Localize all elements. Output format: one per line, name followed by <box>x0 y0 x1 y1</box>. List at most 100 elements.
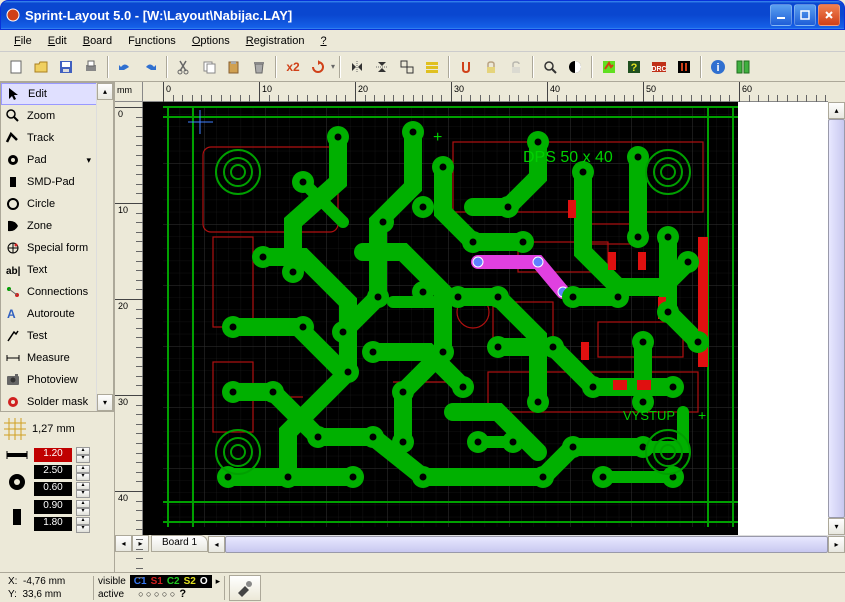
scroll-up-button[interactable]: ▴ <box>97 83 113 100</box>
text-icon: ab| <box>5 262 21 278</box>
grid-icon <box>4 418 26 440</box>
tool-list: EditZoomTrackPad▾SMD-PadCircleZoneSpecia… <box>0 82 114 412</box>
scroll-down-button[interactable]: ▾ <box>828 518 845 535</box>
panel-button[interactable] <box>731 55 755 79</box>
pad-outer-spinner[interactable]: ▴▾ <box>76 465 90 481</box>
horizontal-scrollbar[interactable]: ◂ ▸ <box>208 535 845 552</box>
snap-button[interactable] <box>454 55 478 79</box>
track-width-value[interactable]: 1.20 <box>34 448 72 462</box>
smd-size-row: 0.90 ▴▾ 1.80 ▴▾ <box>0 499 114 534</box>
cut-button[interactable] <box>172 55 196 79</box>
mirror-h-button[interactable] <box>345 55 369 79</box>
mirror-v-button[interactable] <box>370 55 394 79</box>
pad-outer-value[interactable]: 2.50 <box>34 465 72 479</box>
separator <box>532 56 534 78</box>
soldermask-icon <box>5 394 21 410</box>
ruler-horizontal[interactable]: 0102030405060 <box>143 82 828 102</box>
new-file-button[interactable] <box>4 55 28 79</box>
test-icon <box>5 328 21 344</box>
scroll-left-button[interactable]: ◂ <box>208 536 225 553</box>
coordinate-display: X: -4,76 mm Y: 33,6 mm <box>4 575 89 601</box>
scroll-down-button[interactable]: ▾ <box>97 394 113 411</box>
help-button[interactable]: ? <box>622 55 646 79</box>
pad-inner-value[interactable]: 0.60 <box>34 482 72 496</box>
photoview-icon <box>5 372 21 388</box>
track-width-icon <box>4 448 30 462</box>
status-tool-icon[interactable] <box>229 575 261 601</box>
group-button[interactable] <box>395 55 419 79</box>
visible-label: visible <box>98 576 126 587</box>
smd-h-spinner[interactable]: ▴▾ <box>76 517 90 533</box>
conn-icon <box>5 284 21 300</box>
sidebar-scrollbar[interactable]: ▴ ▾ <box>96 83 113 411</box>
redo-button[interactable] <box>138 55 162 79</box>
h-scroll-thumb[interactable] <box>225 536 828 553</box>
print-button[interactable] <box>79 55 103 79</box>
vertical-scrollbar[interactable]: ▴ ▾ <box>828 102 845 535</box>
save-button[interactable] <box>54 55 78 79</box>
smd-w-spinner[interactable]: ▴▾ <box>76 500 90 516</box>
smd-w-value[interactable]: 0.90 <box>34 500 72 514</box>
copy-button[interactable] <box>197 55 221 79</box>
maximize-button[interactable] <box>794 4 816 26</box>
close-button[interactable] <box>818 4 840 26</box>
smd-h-value[interactable]: 1.80 <box>34 517 72 531</box>
pad-inner-spinner[interactable]: ▴▾ <box>76 482 90 498</box>
smd-size-icon <box>4 503 30 531</box>
svg-text:DRC: DRC <box>651 66 666 73</box>
lock-button[interactable] <box>479 55 503 79</box>
main-toolbar: x2 ▾ ? DRC i <box>0 52 845 82</box>
duplicate-button[interactable]: x2 <box>281 55 305 79</box>
board-text-1: DPS 50 x 40 <box>523 149 613 166</box>
pcb-canvas[interactable]: DPS 50 x 40 VYSTUP + + <box>143 102 828 535</box>
open-file-button[interactable] <box>29 55 53 79</box>
active-layer-radios[interactable]: ○ ○ ○ ○ ○ <box>138 589 175 599</box>
rotate-button[interactable] <box>306 55 330 79</box>
zoom-icon <box>5 108 21 124</box>
separator <box>700 56 702 78</box>
grid-size-display[interactable]: 1,27 mm <box>0 412 114 446</box>
pad-size-icon <box>4 468 30 496</box>
scroll-up-button[interactable]: ▴ <box>828 102 845 119</box>
undo-button[interactable] <box>113 55 137 79</box>
grid-value: 1,27 mm <box>32 423 75 435</box>
menu-file[interactable]: File <box>6 33 40 49</box>
separator <box>448 56 450 78</box>
menu-options[interactable]: Options <box>184 33 238 49</box>
svg-text:ab|: ab| <box>6 266 21 277</box>
align-button[interactable] <box>420 55 444 79</box>
pad-size-row: 2.50 ▴▾ 0.60 ▴▾ <box>0 464 114 499</box>
app-icon <box>5 7 21 23</box>
cursor-icon <box>6 86 22 102</box>
zoom-button[interactable] <box>538 55 562 79</box>
menu-board[interactable]: Board <box>75 33 120 49</box>
tab-and-hscroll-row: ◂ ▸ Board 1 ◂ ▸ <box>115 535 845 552</box>
menu-edit[interactable]: Edit <box>40 33 75 49</box>
drc-button[interactable]: DRC <box>647 55 671 79</box>
menu-functions[interactable]: Functions <box>120 33 184 49</box>
menu-registration[interactable]: Registration <box>238 33 313 49</box>
unlock-button[interactable] <box>504 55 528 79</box>
scroll-right-button[interactable]: ▸ <box>828 536 845 553</box>
info-button[interactable]: i <box>706 55 730 79</box>
paste-button[interactable] <box>222 55 246 79</box>
pcb-viewport[interactable]: DPS 50 x 40 VYSTUP + + <box>143 102 828 535</box>
title-bar: Sprint-Layout 5.0 - [W:\Layout\Nabijac.L… <box>0 0 845 30</box>
tab-prev-button[interactable]: ◂ <box>115 535 132 552</box>
contrast-button[interactable] <box>563 55 587 79</box>
tool-sidebar: EditZoomTrackPad▾SMD-PadCircleZoneSpecia… <box>0 82 115 572</box>
menu-help[interactable]: ? <box>312 33 334 49</box>
pad-icon <box>5 152 21 168</box>
measure-tool-button[interactable] <box>672 55 696 79</box>
measure-icon <box>5 350 21 366</box>
minimize-button[interactable] <box>770 4 792 26</box>
ruler-vertical[interactable]: 010203040 <box>115 102 143 535</box>
cursor-x: -4,76 mm <box>23 576 65 587</box>
delete-button[interactable] <box>247 55 271 79</box>
highlight-button[interactable] <box>597 55 621 79</box>
track-width-spinner[interactable]: ▴▾ <box>76 447 90 463</box>
board-tab[interactable]: Board 1 <box>151 535 208 552</box>
separator <box>107 56 109 78</box>
canvas-area: mm 0102030405060 010203040 <box>115 82 845 572</box>
v-scroll-thumb[interactable] <box>828 119 845 518</box>
